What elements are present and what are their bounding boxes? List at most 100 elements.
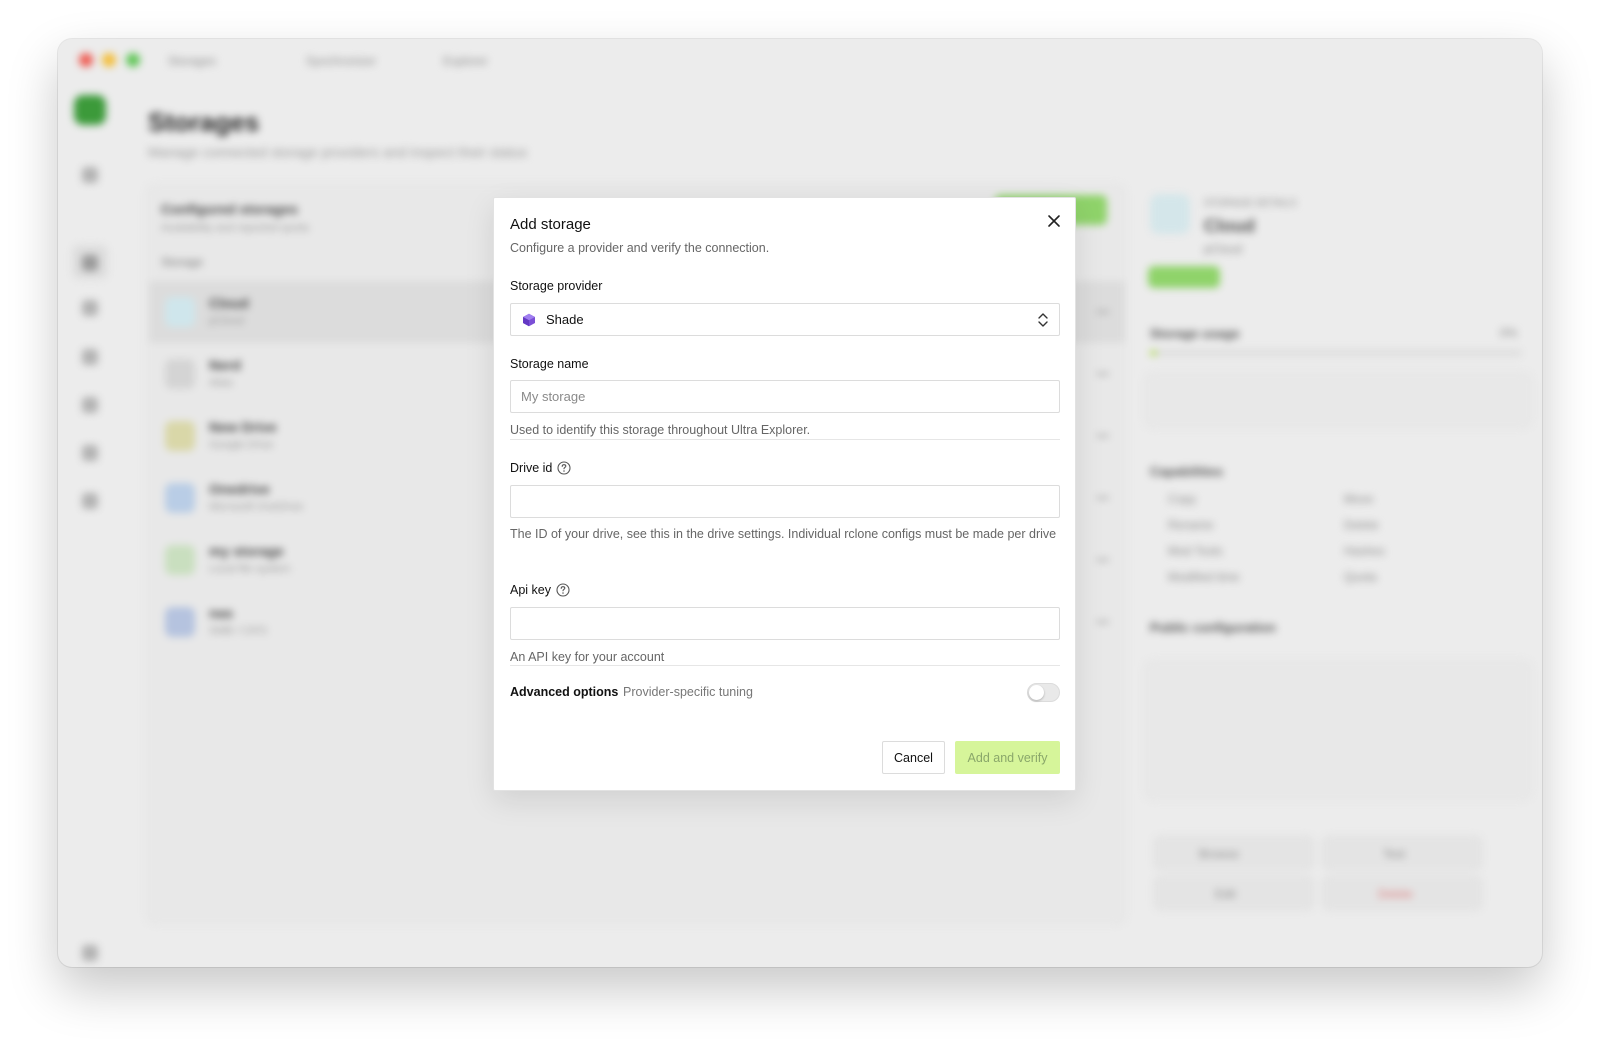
- detail-section-label: STORAGE DETAILS: [1204, 198, 1297, 209]
- add-storage-dialog: Add storage Configure a provider and ver…: [493, 197, 1076, 791]
- link-icon: [165, 359, 195, 389]
- divider: [510, 665, 1060, 666]
- google-drive-icon: [165, 421, 195, 451]
- usage-bar-fill: [1150, 350, 1158, 356]
- tab-storages[interactable]: Storages: [168, 54, 216, 68]
- config-card: [1144, 660, 1532, 800]
- capability-item: Mod Tools: [1168, 544, 1223, 558]
- sidebar: [58, 85, 124, 967]
- drive-id-input[interactable]: [510, 485, 1060, 518]
- folder-icon[interactable]: [82, 300, 98, 316]
- sync-icon[interactable]: [82, 397, 98, 413]
- row-name: Onedrive: [209, 481, 270, 497]
- detail-provider: pCloud: [1204, 242, 1243, 256]
- edit-label: Edit: [1215, 887, 1236, 901]
- minimize-window-button[interactable]: [102, 53, 116, 67]
- nas-icon: [165, 607, 195, 637]
- more-icon[interactable]: •••: [1096, 615, 1109, 629]
- app-logo: [74, 95, 106, 125]
- list-subtitle: Availability and reported quota: [161, 222, 309, 234]
- capability-item: Modified time: [1168, 570, 1240, 584]
- test-button[interactable]: Test: [1322, 836, 1482, 870]
- provider-value: Shade: [546, 312, 584, 327]
- browse-label: Browse: [1199, 847, 1240, 861]
- close-window-button[interactable]: [79, 53, 93, 67]
- delete-button[interactable]: Delete: [1322, 876, 1482, 910]
- chevron-up-down-icon: [1036, 311, 1050, 329]
- usage-bar: [1150, 350, 1522, 356]
- cancel-button[interactable]: Cancel: [882, 741, 945, 774]
- capabilities-label: Capabilities: [1150, 464, 1223, 479]
- settings-icon[interactable]: [82, 945, 98, 961]
- more-icon[interactable]: •••: [1096, 491, 1109, 505]
- usage-stats: [1144, 372, 1532, 428]
- local-disk-icon: [165, 545, 195, 575]
- row-name: New Drive: [209, 419, 277, 435]
- row-provider: Alias: [209, 377, 233, 389]
- column-header-storage: Storage: [161, 255, 204, 269]
- capability-item: Move: [1344, 492, 1374, 506]
- storage-detail-panel: STORAGE DETAILS Cloud pCloud Storage usa…: [1144, 184, 1532, 924]
- list-icon[interactable]: [82, 349, 98, 365]
- toggle-knob: [1029, 685, 1044, 700]
- row-provider: Local file system: [209, 563, 291, 575]
- row-name: my storage: [209, 543, 284, 559]
- detail-name: Cloud: [1204, 216, 1255, 236]
- cloud-icon: [1150, 194, 1190, 234]
- config-label: Public configuration: [1150, 620, 1276, 635]
- capability-item: Quota: [1344, 570, 1377, 584]
- api-key-label-row: Api key: [510, 583, 570, 597]
- capability-item: Delete: [1344, 518, 1379, 532]
- drive-id-label: Drive id: [510, 461, 553, 475]
- onedrive-icon: [165, 483, 195, 513]
- drive-id-label-row: Drive id: [510, 461, 571, 475]
- api-key-help: An API key for your account: [510, 650, 665, 664]
- dashboard-icon[interactable]: [82, 167, 98, 183]
- provider-select[interactable]: Shade: [510, 303, 1060, 336]
- dialog-subtitle: Configure a provider and verify the conn…: [510, 241, 770, 255]
- storage-name-label: Storage name: [510, 357, 589, 371]
- advanced-options-label: Advanced options: [510, 685, 619, 699]
- more-icon[interactable]: •••: [1096, 429, 1109, 443]
- capability-item: Copy: [1168, 492, 1197, 506]
- add-and-verify-button[interactable]: Add and verify: [955, 741, 1060, 774]
- row-name: nas: [209, 605, 234, 621]
- clock-icon[interactable]: [82, 445, 98, 461]
- more-icon[interactable]: •••: [1096, 367, 1109, 381]
- browse-button[interactable]: Browse: [1154, 836, 1314, 870]
- row-name: Cloud: [209, 295, 249, 311]
- storage-name-input[interactable]: [510, 380, 1060, 413]
- capability-item: Hashes: [1344, 544, 1385, 558]
- archive-icon[interactable]: [82, 493, 98, 509]
- tab-explorer[interactable]: Explorer: [443, 54, 488, 68]
- row-provider: SMB / CIFS: [209, 625, 268, 637]
- usage-label: Storage usage: [1150, 326, 1240, 341]
- zoom-window-button[interactable]: [126, 53, 140, 67]
- advanced-options-subtitle: Provider-specific tuning: [623, 685, 753, 699]
- status-badge: [1148, 266, 1220, 288]
- tab-synchronizer[interactable]: Synchronizer: [306, 54, 376, 68]
- titlebar: Storages Synchronizer Explorer: [58, 39, 1542, 85]
- row-provider: Microsoft OneDrive: [209, 501, 304, 513]
- list-title: Configured storages: [161, 201, 298, 217]
- row-name: Nerd: [209, 357, 241, 373]
- usage-percent: 0%: [1500, 326, 1518, 340]
- storage-icon[interactable]: [82, 255, 98, 271]
- more-icon[interactable]: •••: [1096, 553, 1109, 567]
- advanced-options-toggle[interactable]: [1027, 683, 1060, 702]
- api-key-input[interactable]: [510, 607, 1060, 640]
- question-circle-icon[interactable]: [557, 461, 571, 475]
- provider-label: Storage provider: [510, 279, 603, 293]
- close-icon[interactable]: [1044, 211, 1064, 231]
- test-label: Test: [1383, 847, 1406, 861]
- delete-label: Delete: [1378, 887, 1413, 901]
- capability-item: Rename: [1168, 518, 1214, 532]
- question-circle-icon[interactable]: [556, 583, 570, 597]
- divider: [510, 439, 1060, 440]
- storage-name-help: Used to identify this storage throughout…: [510, 423, 811, 437]
- api-key-label: Api key: [510, 583, 551, 597]
- edit-button[interactable]: Edit: [1154, 876, 1314, 910]
- more-icon[interactable]: •••: [1096, 305, 1109, 319]
- cloud-icon: [165, 297, 195, 327]
- page-subtitle: Manage connected storage providers and i…: [148, 144, 528, 160]
